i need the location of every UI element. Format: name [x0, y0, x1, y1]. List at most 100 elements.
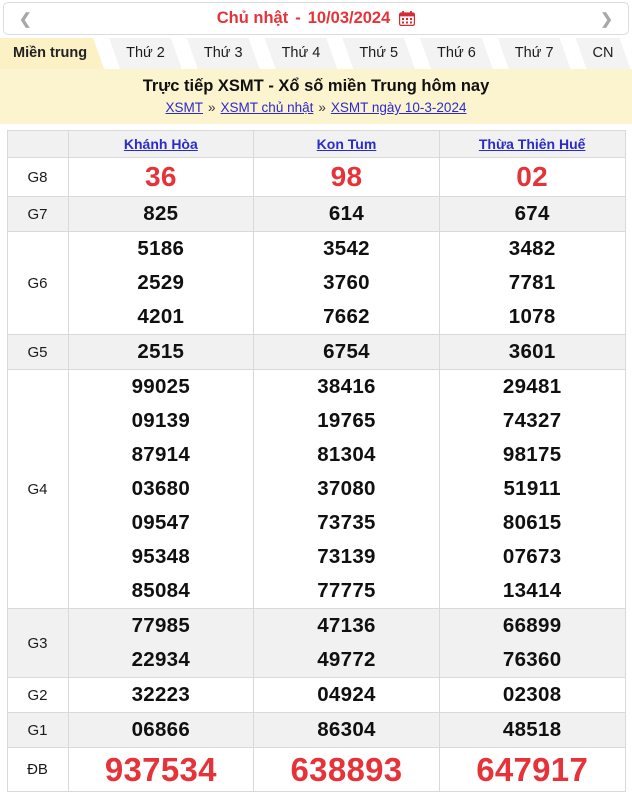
tab-cn[interactable]: CN [576, 38, 631, 69]
province-header: Kon Tum [254, 131, 440, 158]
result-cell: 36 [68, 158, 254, 197]
result-value: 2529 [69, 266, 254, 300]
result-value: 36 [69, 158, 254, 196]
result-value: 3601 [440, 335, 625, 369]
result-value: 1078 [440, 300, 625, 334]
result-cell: 86304 [254, 713, 440, 748]
result-value: 76360 [440, 643, 625, 677]
result-value: 638893 [254, 748, 439, 791]
result-value: 2515 [69, 335, 254, 369]
result-value: 4201 [69, 300, 254, 334]
result-cell: 02308 [439, 678, 625, 713]
tab-thứ-6[interactable]: Thứ 6 [420, 38, 493, 69]
results-body: G8369802G7825614674G65186252942013542376… [7, 158, 625, 792]
prev-day-arrow-icon[interactable]: ❮ [19, 10, 32, 28]
result-cell: 48518 [439, 713, 625, 748]
result-value: 95348 [69, 540, 254, 574]
result-cell: 02 [439, 158, 625, 197]
page-title: Trực tiếp XSMT - Xổ số miền Trung hôm na… [0, 77, 632, 96]
result-value: 3760 [254, 266, 439, 300]
result-cell: 7798522934 [68, 609, 254, 678]
result-value: 09547 [69, 506, 254, 540]
date-separator: - [295, 9, 301, 28]
breadcrumb-link[interactable]: XSMT chủ nhật [221, 100, 314, 115]
result-value: 13414 [440, 574, 625, 608]
result-value: 77775 [254, 574, 439, 608]
title-band: Trực tiếp XSMT - Xổ số miền Trung hôm na… [0, 69, 632, 124]
result-value: 85084 [69, 574, 254, 608]
prize-row-g8: G8369802 [7, 158, 625, 197]
tab-bar: Miền trungThứ 2Thứ 3Thứ 4Thứ 5Thứ 6Thứ 7… [0, 38, 632, 69]
prize-row-g4: G499025091398791403680095479534885084384… [7, 370, 625, 609]
result-cell: 6689976360 [439, 609, 625, 678]
tab-thứ-3[interactable]: Thứ 3 [187, 38, 260, 69]
result-value: 73735 [254, 506, 439, 540]
next-day-arrow-icon[interactable]: ❯ [600, 10, 613, 28]
prize-label: ĐB [7, 748, 68, 792]
prize-label: G1 [7, 713, 68, 748]
breadcrumb-separator: » [318, 100, 326, 115]
prize-label: G2 [7, 678, 68, 713]
result-value: 22934 [69, 643, 254, 677]
tab-miền-trung[interactable]: Miền trung [0, 38, 104, 69]
tab-thứ-2[interactable]: Thứ 2 [109, 38, 182, 69]
result-cell: 6754 [254, 335, 440, 370]
prize-label: G7 [7, 197, 68, 232]
result-cell: 98 [254, 158, 440, 197]
result-value: 7662 [254, 300, 439, 334]
prize-row-đb: ĐB937534638893647917 [7, 748, 625, 792]
result-value: 87914 [69, 438, 254, 472]
calendar-icon[interactable] [399, 11, 415, 26]
province-link[interactable]: Khánh Hòa [124, 136, 198, 152]
prize-row-g6: G6518625294201354237607662348277811078 [7, 232, 625, 335]
prize-label: G3 [7, 609, 68, 678]
prize-row-g2: G2322230492402308 [7, 678, 625, 713]
result-cell: 04924 [254, 678, 440, 713]
result-value: 03680 [69, 472, 254, 506]
result-value: 98175 [440, 438, 625, 472]
prize-row-g3: G3779852293447136497726689976360 [7, 609, 625, 678]
result-cell: 38416197658130437080737357313977775 [254, 370, 440, 609]
breadcrumb-link[interactable]: XSMT ngày 10-3-2024 [331, 100, 467, 115]
result-cell: 518625294201 [68, 232, 254, 335]
result-value: 647917 [440, 748, 625, 791]
result-value: 86304 [254, 713, 439, 747]
breadcrumb-link[interactable]: XSMT [166, 100, 204, 115]
result-value: 7781 [440, 266, 625, 300]
result-cell: 32223 [68, 678, 254, 713]
tab-thứ-7[interactable]: Thứ 7 [498, 38, 571, 69]
result-cell: 2515 [68, 335, 254, 370]
result-cell: 614 [254, 197, 440, 232]
result-value: 80615 [440, 506, 625, 540]
result-value: 77985 [69, 609, 254, 643]
result-cell: 354237607662 [254, 232, 440, 335]
result-value: 73139 [254, 540, 439, 574]
result-value: 3542 [254, 232, 439, 266]
result-cell: 647917 [439, 748, 625, 792]
province-link[interactable]: Kon Tum [317, 136, 377, 152]
prize-label: G6 [7, 232, 68, 335]
prize-row-g1: G1068668630448518 [7, 713, 625, 748]
result-value: 19765 [254, 404, 439, 438]
tab-thứ-4[interactable]: Thứ 4 [265, 38, 338, 69]
result-value: 02 [440, 158, 625, 196]
result-cell: 937534 [68, 748, 254, 792]
result-value: 614 [254, 197, 439, 231]
result-cell: 06866 [68, 713, 254, 748]
province-header: Thừa Thiên Huế [439, 131, 625, 158]
province-link[interactable]: Thừa Thiên Huế [479, 136, 586, 152]
result-value: 98 [254, 158, 439, 196]
corner-cell [7, 131, 68, 158]
result-value: 09139 [69, 404, 254, 438]
prize-label: G4 [7, 370, 68, 609]
result-value: 81304 [254, 438, 439, 472]
weekday-label: Chủ nhật [217, 9, 289, 28]
prize-label: G5 [7, 335, 68, 370]
result-value: 99025 [69, 370, 254, 404]
result-value: 48518 [440, 713, 625, 747]
prize-row-g7: G7825614674 [7, 197, 625, 232]
tab-thứ-5[interactable]: Thứ 5 [342, 38, 415, 69]
result-value: 51911 [440, 472, 625, 506]
breadcrumb-separator: » [208, 100, 216, 115]
result-cell: 638893 [254, 748, 440, 792]
